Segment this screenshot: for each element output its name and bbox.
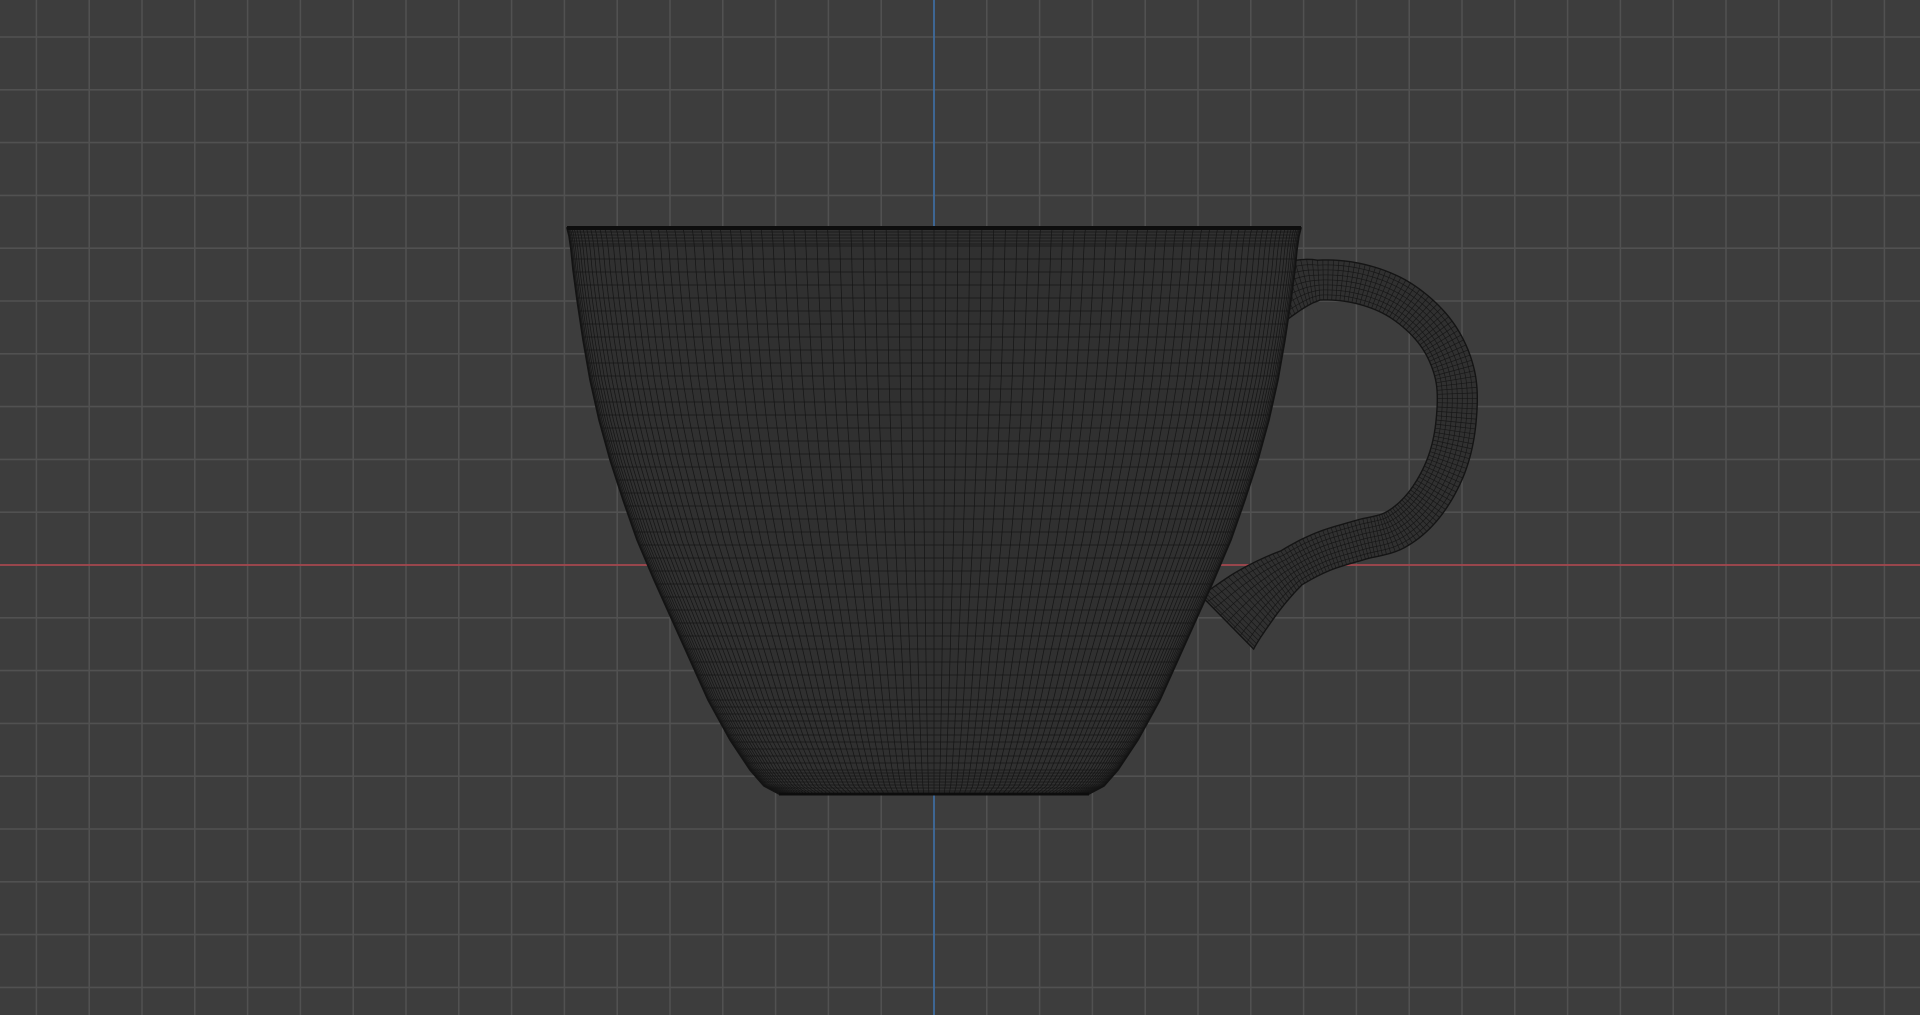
3d-viewport[interactable]: [0, 0, 1920, 1015]
viewport-canvas[interactable]: [0, 0, 1920, 1015]
